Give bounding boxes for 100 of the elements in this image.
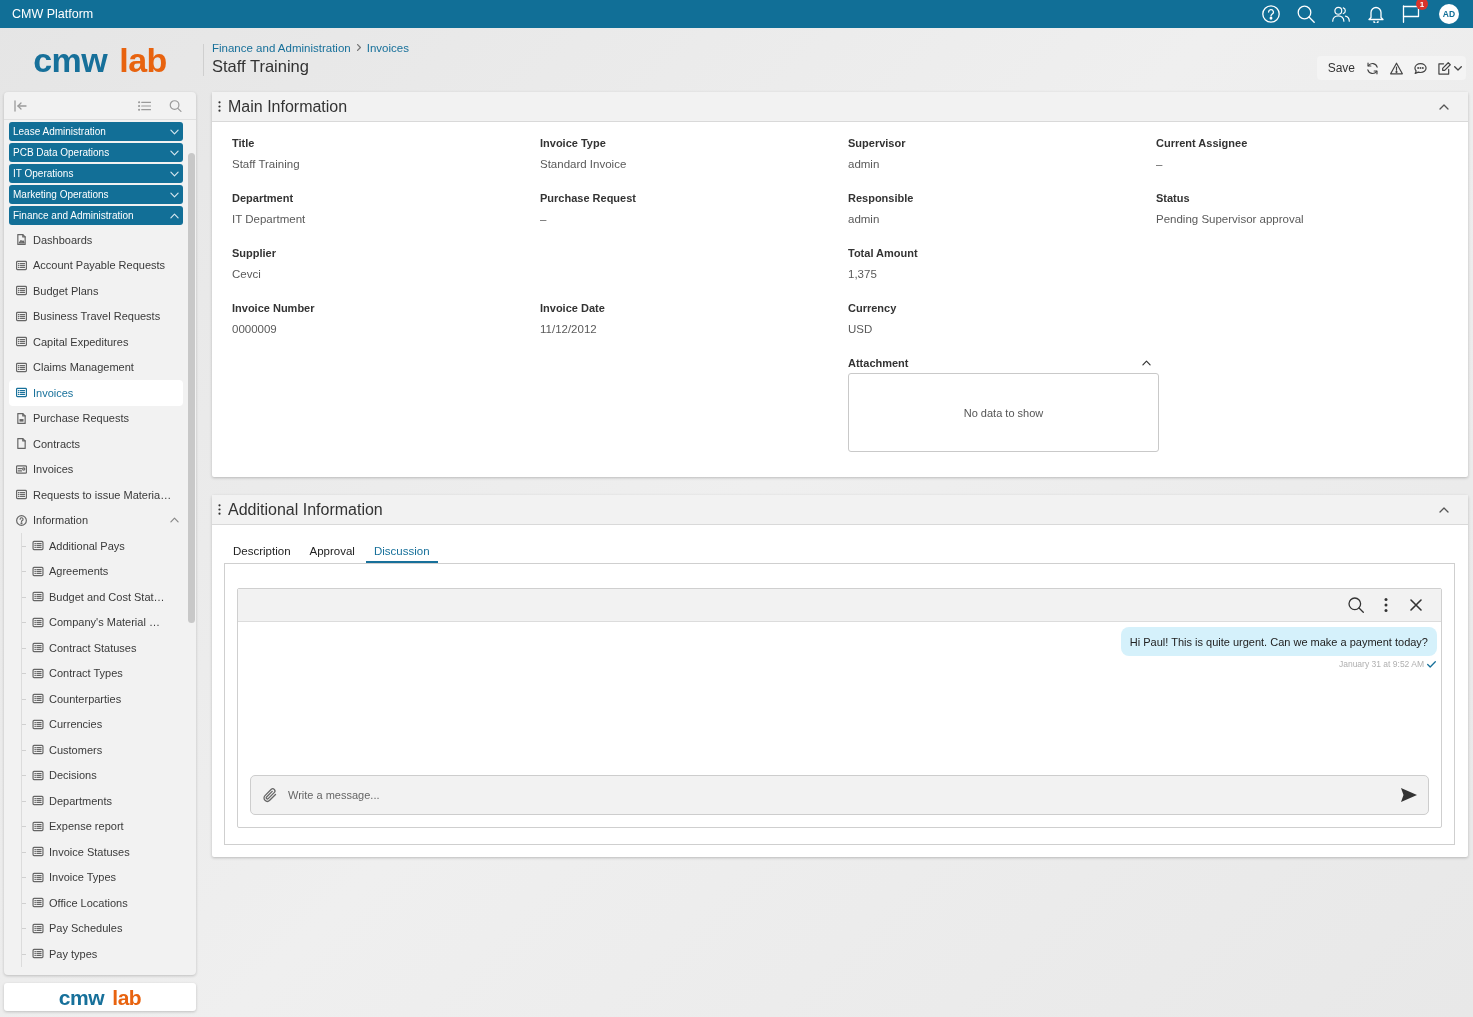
sidebar-item[interactable]: Counterparties bbox=[22, 686, 183, 712]
sidebar-item[interactable]: Invoice Statuses bbox=[22, 839, 183, 865]
app-title: CMW Platform bbox=[12, 7, 94, 21]
tab[interactable]: Approval bbox=[301, 540, 363, 563]
caret-icon[interactable] bbox=[1454, 65, 1462, 71]
list-icon bbox=[32, 667, 44, 679]
field-label: Invoice Number bbox=[232, 301, 316, 315]
sidebar-item[interactable]: Contracts bbox=[9, 431, 183, 457]
warning-icon[interactable] bbox=[1390, 61, 1403, 75]
sidebar-group[interactable]: IT Operations bbox=[9, 164, 183, 183]
field-label: Attachment bbox=[848, 356, 909, 370]
search-icon[interactable] bbox=[1297, 5, 1315, 23]
field-value: Staff Training bbox=[232, 157, 301, 171]
sidebar-item[interactable]: Pay types bbox=[22, 941, 183, 967]
chevron-up-icon[interactable] bbox=[1142, 360, 1151, 366]
list-icon bbox=[16, 489, 27, 501]
sidebar-item[interactable]: Customers bbox=[22, 737, 183, 763]
field-value: admin bbox=[848, 212, 881, 226]
message-input[interactable]: Write a message... bbox=[288, 785, 1390, 805]
message-field[interactable]: Write a message... bbox=[250, 775, 1429, 815]
breadcrumb-chevron-icon bbox=[356, 44, 361, 51]
sidebar-item[interactable]: Claims Management bbox=[9, 354, 183, 380]
close-icon[interactable] bbox=[1410, 599, 1422, 611]
users-icon[interactable] bbox=[1332, 5, 1350, 23]
sidebar-item[interactable]: Information bbox=[9, 507, 183, 533]
sidebar-item[interactable]: Pay Schedules bbox=[22, 915, 183, 941]
sidebar-item[interactable]: Invoices bbox=[9, 456, 183, 482]
panel-title: Main Information bbox=[228, 97, 349, 116]
document-icon bbox=[16, 412, 27, 424]
avatar[interactable]: AD bbox=[1439, 4, 1459, 24]
field-label: Total Amount bbox=[848, 246, 919, 260]
tab[interactable]: Discussion bbox=[365, 540, 438, 563]
more-vertical-icon[interactable] bbox=[1384, 598, 1388, 612]
sidebar-group[interactable]: PCB Data Operations bbox=[9, 143, 183, 162]
sidebar-item[interactable]: Account Payable Requests bbox=[9, 252, 183, 278]
chevron-down-icon[interactable] bbox=[170, 128, 179, 135]
paperclip-icon[interactable] bbox=[262, 787, 278, 803]
chevron-down-icon[interactable] bbox=[170, 170, 179, 177]
sidebar-group[interactable]: Lease Administration bbox=[9, 122, 183, 141]
comment-icon[interactable] bbox=[1414, 61, 1427, 75]
sidebar-item[interactable]: Capital Expeditures bbox=[9, 329, 183, 355]
field-label: Invoice Type bbox=[540, 136, 607, 150]
list-icon bbox=[16, 285, 27, 297]
page-title: Staff Training bbox=[212, 56, 310, 76]
sidebar-item[interactable]: Purchase Requests bbox=[9, 405, 183, 431]
sidebar-group[interactable]: Finance and Administration bbox=[9, 206, 183, 225]
sidebar-item[interactable]: Contract Types bbox=[22, 660, 183, 686]
sidebar-item[interactable]: Office Locations bbox=[22, 890, 183, 916]
list-icon bbox=[32, 616, 44, 628]
refresh-icon[interactable] bbox=[1366, 61, 1379, 75]
sidebar-item[interactable]: Currencies bbox=[22, 711, 183, 737]
sidebar-item[interactable]: Invoices bbox=[9, 380, 183, 406]
flag-icon[interactable] bbox=[1402, 5, 1420, 23]
field-value: admin bbox=[848, 157, 881, 171]
scrollbar-thumb[interactable] bbox=[188, 153, 195, 623]
list-icon bbox=[32, 744, 44, 756]
sidebar-item[interactable]: Business Travel Requests bbox=[9, 303, 183, 329]
field-value: 0000009 bbox=[232, 322, 278, 336]
list-icon bbox=[32, 540, 44, 552]
field-value: Standard Invoice bbox=[540, 157, 628, 171]
bell-icon[interactable] bbox=[1367, 5, 1385, 23]
search-icon[interactable] bbox=[1348, 597, 1364, 613]
sidebar-item[interactable]: Decisions bbox=[22, 762, 183, 788]
chevron-up-icon[interactable] bbox=[1439, 506, 1449, 513]
sidebar-item[interactable]: Invoice Types bbox=[22, 864, 183, 890]
sidebar-item[interactable]: Budget Plans bbox=[9, 278, 183, 304]
field-value: 1,375 bbox=[848, 267, 878, 281]
send-icon[interactable] bbox=[1400, 787, 1418, 803]
field-value: Cevci bbox=[232, 267, 262, 281]
list-icon bbox=[32, 718, 44, 730]
list-icon bbox=[32, 922, 44, 934]
sidebar-item[interactable]: Departments bbox=[22, 788, 183, 814]
field-label: Responsible bbox=[848, 191, 915, 205]
sidebar-item[interactable]: Additional Pays bbox=[22, 533, 183, 559]
sidebar-group[interactable]: Marketing Operations bbox=[9, 185, 183, 204]
edit-icon[interactable] bbox=[1438, 61, 1451, 75]
sidebar-item[interactable]: Requests to issue Materia… bbox=[9, 482, 183, 508]
sidebar-item[interactable]: Company's Material … bbox=[22, 609, 183, 635]
sidebar-item[interactable]: Expense report bbox=[22, 813, 183, 839]
field-value: Pending Supervisor approval bbox=[1156, 212, 1305, 226]
sidebar-item[interactable]: Agreements bbox=[22, 558, 183, 584]
card-icon bbox=[16, 463, 27, 475]
chevron-down-icon[interactable] bbox=[170, 149, 179, 156]
sidebar-item[interactable]: Contract Statuses bbox=[22, 635, 183, 661]
image-document-icon bbox=[16, 234, 27, 246]
breadcrumb-link[interactable]: Finance and Administration bbox=[212, 41, 351, 54]
help-circle-icon bbox=[16, 514, 27, 526]
drag-handle-icon[interactable] bbox=[218, 504, 221, 515]
field-value: USD bbox=[848, 322, 874, 336]
save-button[interactable]: Save bbox=[1327, 61, 1355, 75]
sidebar-item[interactable]: Dashboards bbox=[9, 227, 183, 253]
drag-handle-icon[interactable] bbox=[218, 101, 221, 112]
breadcrumb-link[interactable]: Invoices bbox=[366, 41, 409, 54]
chevron-up-icon[interactable] bbox=[1439, 103, 1449, 110]
field-label: Supplier bbox=[232, 246, 277, 260]
sidebar-item[interactable]: Budget and Cost Stat… bbox=[22, 584, 183, 610]
field-value: – bbox=[1156, 157, 1164, 171]
tab[interactable]: Description bbox=[225, 540, 299, 563]
chevron-down-icon[interactable] bbox=[170, 191, 179, 198]
help-icon[interactable] bbox=[1262, 5, 1280, 23]
